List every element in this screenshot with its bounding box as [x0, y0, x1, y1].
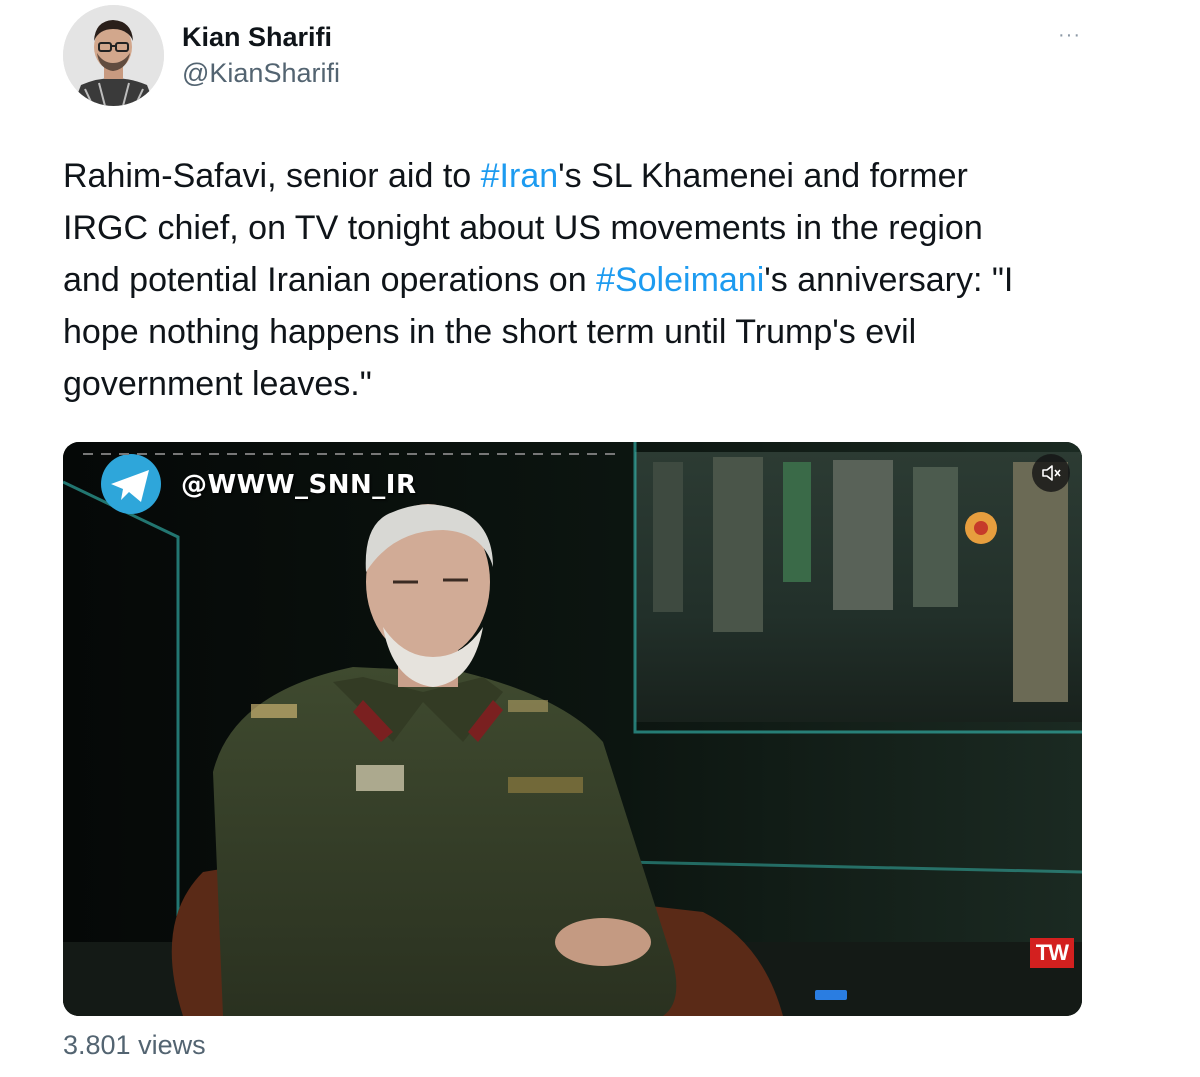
- tweet-text-segment: 's anniversary: "I: [764, 261, 1014, 299]
- tweet-text-segment: Rahim-Safavi, senior aid to: [63, 157, 481, 195]
- author-handle[interactable]: @KianSharifi: [182, 58, 340, 89]
- hashtag-link[interactable]: #Soleimani: [596, 261, 764, 299]
- tweet-text: Rahim-Safavi, senior aid to #Iran's SL K…: [63, 150, 1143, 410]
- tweet-line: government leaves.": [63, 358, 1143, 410]
- tweet-text-segment: government leaves.": [63, 365, 372, 403]
- video-frame: [63, 442, 1082, 1016]
- tweet-text-segment: and potential Iranian operations on: [63, 261, 597, 299]
- video-player[interactable]: @WWW_SNN_IR TW: [63, 442, 1082, 1016]
- author-name[interactable]: Kian Sharifi: [182, 22, 332, 53]
- video-watermark: @WWW_SNN_IR: [181, 470, 417, 500]
- view-count: 3.801 views: [63, 1030, 206, 1060]
- tweet-text-segment: IRGC chief, on TV tonight about US movem…: [63, 209, 983, 247]
- author-avatar[interactable]: [63, 5, 164, 106]
- tweet-line: hope nothing happens in the short term u…: [63, 306, 1143, 358]
- tweet-line: and potential Iranian operations on #Sol…: [63, 254, 1143, 306]
- tweet-text-segment: 's SL Khamenei and former: [558, 157, 968, 195]
- mute-button[interactable]: [1032, 454, 1070, 492]
- hashtag-link[interactable]: #Iran: [481, 157, 559, 195]
- tweet-text-segment: hope nothing happens in the short term u…: [63, 313, 917, 351]
- channel-logo: TW: [1029, 938, 1074, 968]
- speaker-muted-icon: [1042, 465, 1061, 481]
- more-options-icon[interactable]: ···: [1058, 24, 1081, 47]
- avatar-photo: [63, 5, 164, 106]
- tweet-line: IRGC chief, on TV tonight about US movem…: [63, 202, 1143, 254]
- tweet-line: Rahim-Safavi, senior aid to #Iran's SL K…: [63, 150, 1143, 202]
